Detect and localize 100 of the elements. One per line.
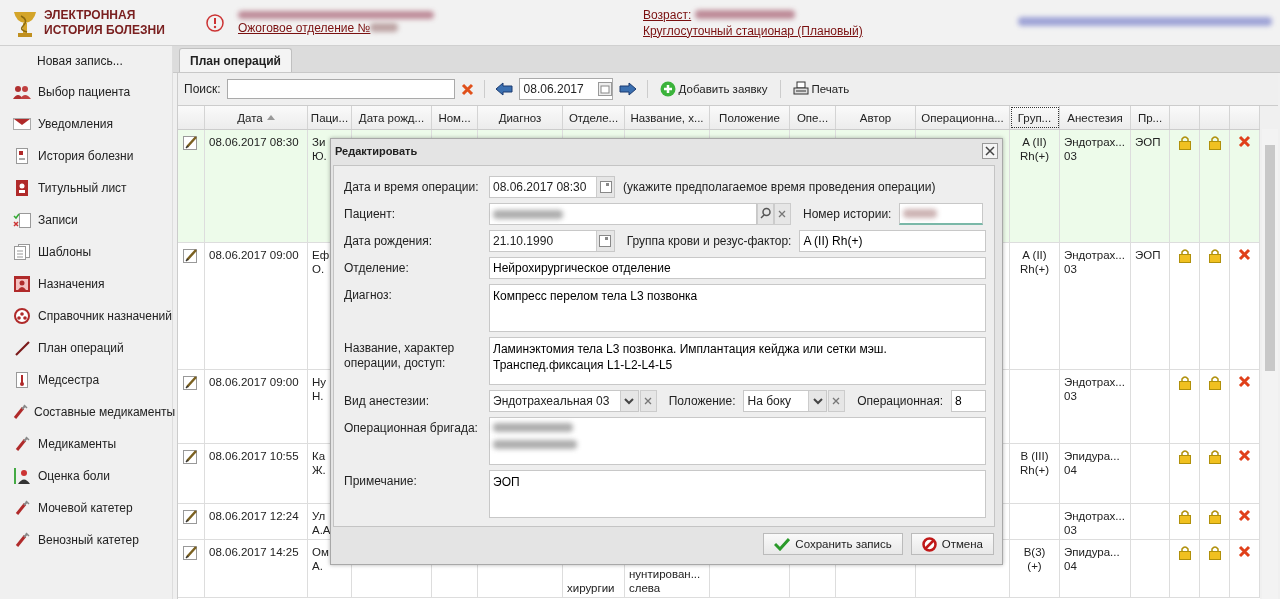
edit-icon[interactable] [183,248,199,264]
add-request-button[interactable]: Добавить заявку [657,81,770,97]
app-title: ЭЛЕКТРОННАЯ ИСТОРИЯ БОЛЕЗНИ [44,7,166,38]
patient-field[interactable] [489,203,757,225]
lock-icon[interactable] [1178,545,1191,560]
sidebar-item[interactable]: Уведомления [0,108,172,140]
close-button[interactable] [982,143,998,159]
alert-icon[interactable] [206,13,224,32]
column-header[interactable]: Название, х... [625,106,710,129]
sidebar-item[interactable]: План операций [0,332,172,364]
clear-icon[interactable] [774,203,791,225]
clear-icon[interactable] [828,390,846,412]
department-field[interactable]: Нейрохирургическое отделение [489,257,986,279]
clear-icon[interactable] [460,82,474,96]
sidebar-item[interactable]: Справочник назначений [0,300,172,332]
sidebar-item[interactable]: Назначения [0,268,172,300]
datetime-field[interactable]: 08.06.2017 08:30 [489,176,615,198]
lock-icon[interactable] [1208,375,1221,390]
print-button[interactable]: Печать [790,81,852,97]
tab[interactable]: План операций [179,48,292,72]
right-arrow-icon[interactable] [618,82,637,96]
delete-icon[interactable] [1238,545,1251,558]
search-icon[interactable] [757,203,774,225]
stay-type-link[interactable]: Круглосуточный стационар (Плановый) [643,23,1033,38]
envelope-icon [13,118,31,130]
table-cell: 08.06.2017 14:25 [209,545,299,559]
delete-icon[interactable] [1238,449,1251,462]
lock-icon[interactable] [1178,135,1191,150]
age-link[interactable]: Возраст: [643,7,692,22]
cancel-button[interactable]: Отмена [910,533,994,555]
left-arrow-icon[interactable] [494,82,513,96]
edit-icon[interactable] [183,449,199,465]
column-header[interactable]: Паци... [308,106,352,129]
column-header[interactable]: Дата рожд... [352,106,432,129]
dialog-title: Редактировать [335,145,418,157]
new-record-link[interactable]: Новая запись... [37,54,123,68]
diagnosis-field[interactable]: Компресс перелом тела L3 позвонка [489,284,986,332]
edit-icon[interactable] [183,375,199,391]
sidebar-item[interactable]: Медсестра [0,364,172,396]
department-link[interactable]: Ожоговое отделение № [238,20,371,35]
edit-icon[interactable] [183,509,199,525]
column-header[interactable]: Ном... [432,106,478,129]
lock-icon[interactable] [1208,248,1221,263]
delete-icon[interactable] [1238,375,1251,388]
sidebar-item[interactable]: История болезни [0,140,172,172]
lock-icon[interactable] [1208,135,1221,150]
calendar-icon[interactable] [597,82,612,96]
edit-icon[interactable] [183,135,199,151]
people-icon [13,85,31,99]
birth-date-field[interactable]: 21.10.1990 [489,230,615,252]
sidebar-item[interactable]: Оценка боли [0,460,172,492]
date-field[interactable]: 08.06.2017 [518,78,613,100]
column-header[interactable]: Отделе... [563,106,625,129]
lock-icon[interactable] [1208,449,1221,464]
lock-icon[interactable] [1178,375,1191,390]
delete-icon[interactable] [1238,509,1251,522]
lock-icon[interactable] [1178,248,1191,263]
redacted-text[interactable] [238,10,434,19]
sidebar-item[interactable]: Титульный лист [0,172,172,204]
field-label: Диагноз: [344,287,393,303]
column-header[interactable]: Пр... [1131,106,1170,129]
table-cell: 08.06.2017 09:00 [209,375,299,389]
sidebar-item[interactable]: Мочевой катетер [0,492,172,524]
lock-icon[interactable] [1178,509,1191,524]
sidebar-item[interactable]: Медикаменты [0,428,172,460]
clear-icon[interactable] [639,390,657,412]
column-header[interactable]: Груп... [1010,106,1060,129]
table-cell: 08.06.2017 08:30 [209,135,299,149]
sidebar-item[interactable]: Венозный катетер [0,524,172,556]
remark-field[interactable]: ЭОП [489,470,986,518]
team-field[interactable] [489,417,986,465]
search-field[interactable] [226,79,455,99]
column-header[interactable]: Автор [836,106,916,129]
operating-room-field[interactable]: 8 [951,390,986,412]
calendar-icon[interactable] [599,181,612,193]
sidebar-item[interactable]: Выбор пациента [0,76,172,108]
column-header[interactable]: Диагноз [478,106,563,129]
anesthesia-dropdown[interactable]: Эндотрахеальная 03 [489,390,639,412]
history-number-field[interactable] [899,203,984,225]
lock-icon[interactable] [1178,449,1191,464]
position-dropdown[interactable]: На боку [743,390,828,412]
sidebar-item[interactable]: Шаблоны [0,236,172,268]
lock-icon[interactable] [1208,545,1221,560]
field-label: Вид анестезии: [344,393,431,409]
delete-icon[interactable] [1238,135,1251,148]
table-cell: B(3) (+) [1023,545,1046,573]
column-header[interactable]: Анестезия [1060,106,1131,129]
blood-group-field[interactable]: A (II) Rh(+) [799,230,986,252]
delete-icon[interactable] [1238,248,1251,261]
lock-icon[interactable] [1208,509,1221,524]
pen-icon [14,340,30,356]
operation-field[interactable]: Ламинэктомия тела L3 позвонка. Имплантация кейджа или сетки мэш. Транспед.фиксация L1-L2-L4-L5 [489,337,986,385]
column-header[interactable]: Дата [205,106,308,129]
column-header[interactable]: Опе... [790,106,836,129]
save-button[interactable]: Сохранить запись [763,533,903,555]
column-header[interactable]: Положение [710,106,790,129]
edit-icon[interactable] [183,545,199,561]
column-header[interactable]: Операционна... [916,106,1010,129]
calendar-icon[interactable] [599,235,612,247]
sidebar-item[interactable]: Записи [0,204,172,236]
